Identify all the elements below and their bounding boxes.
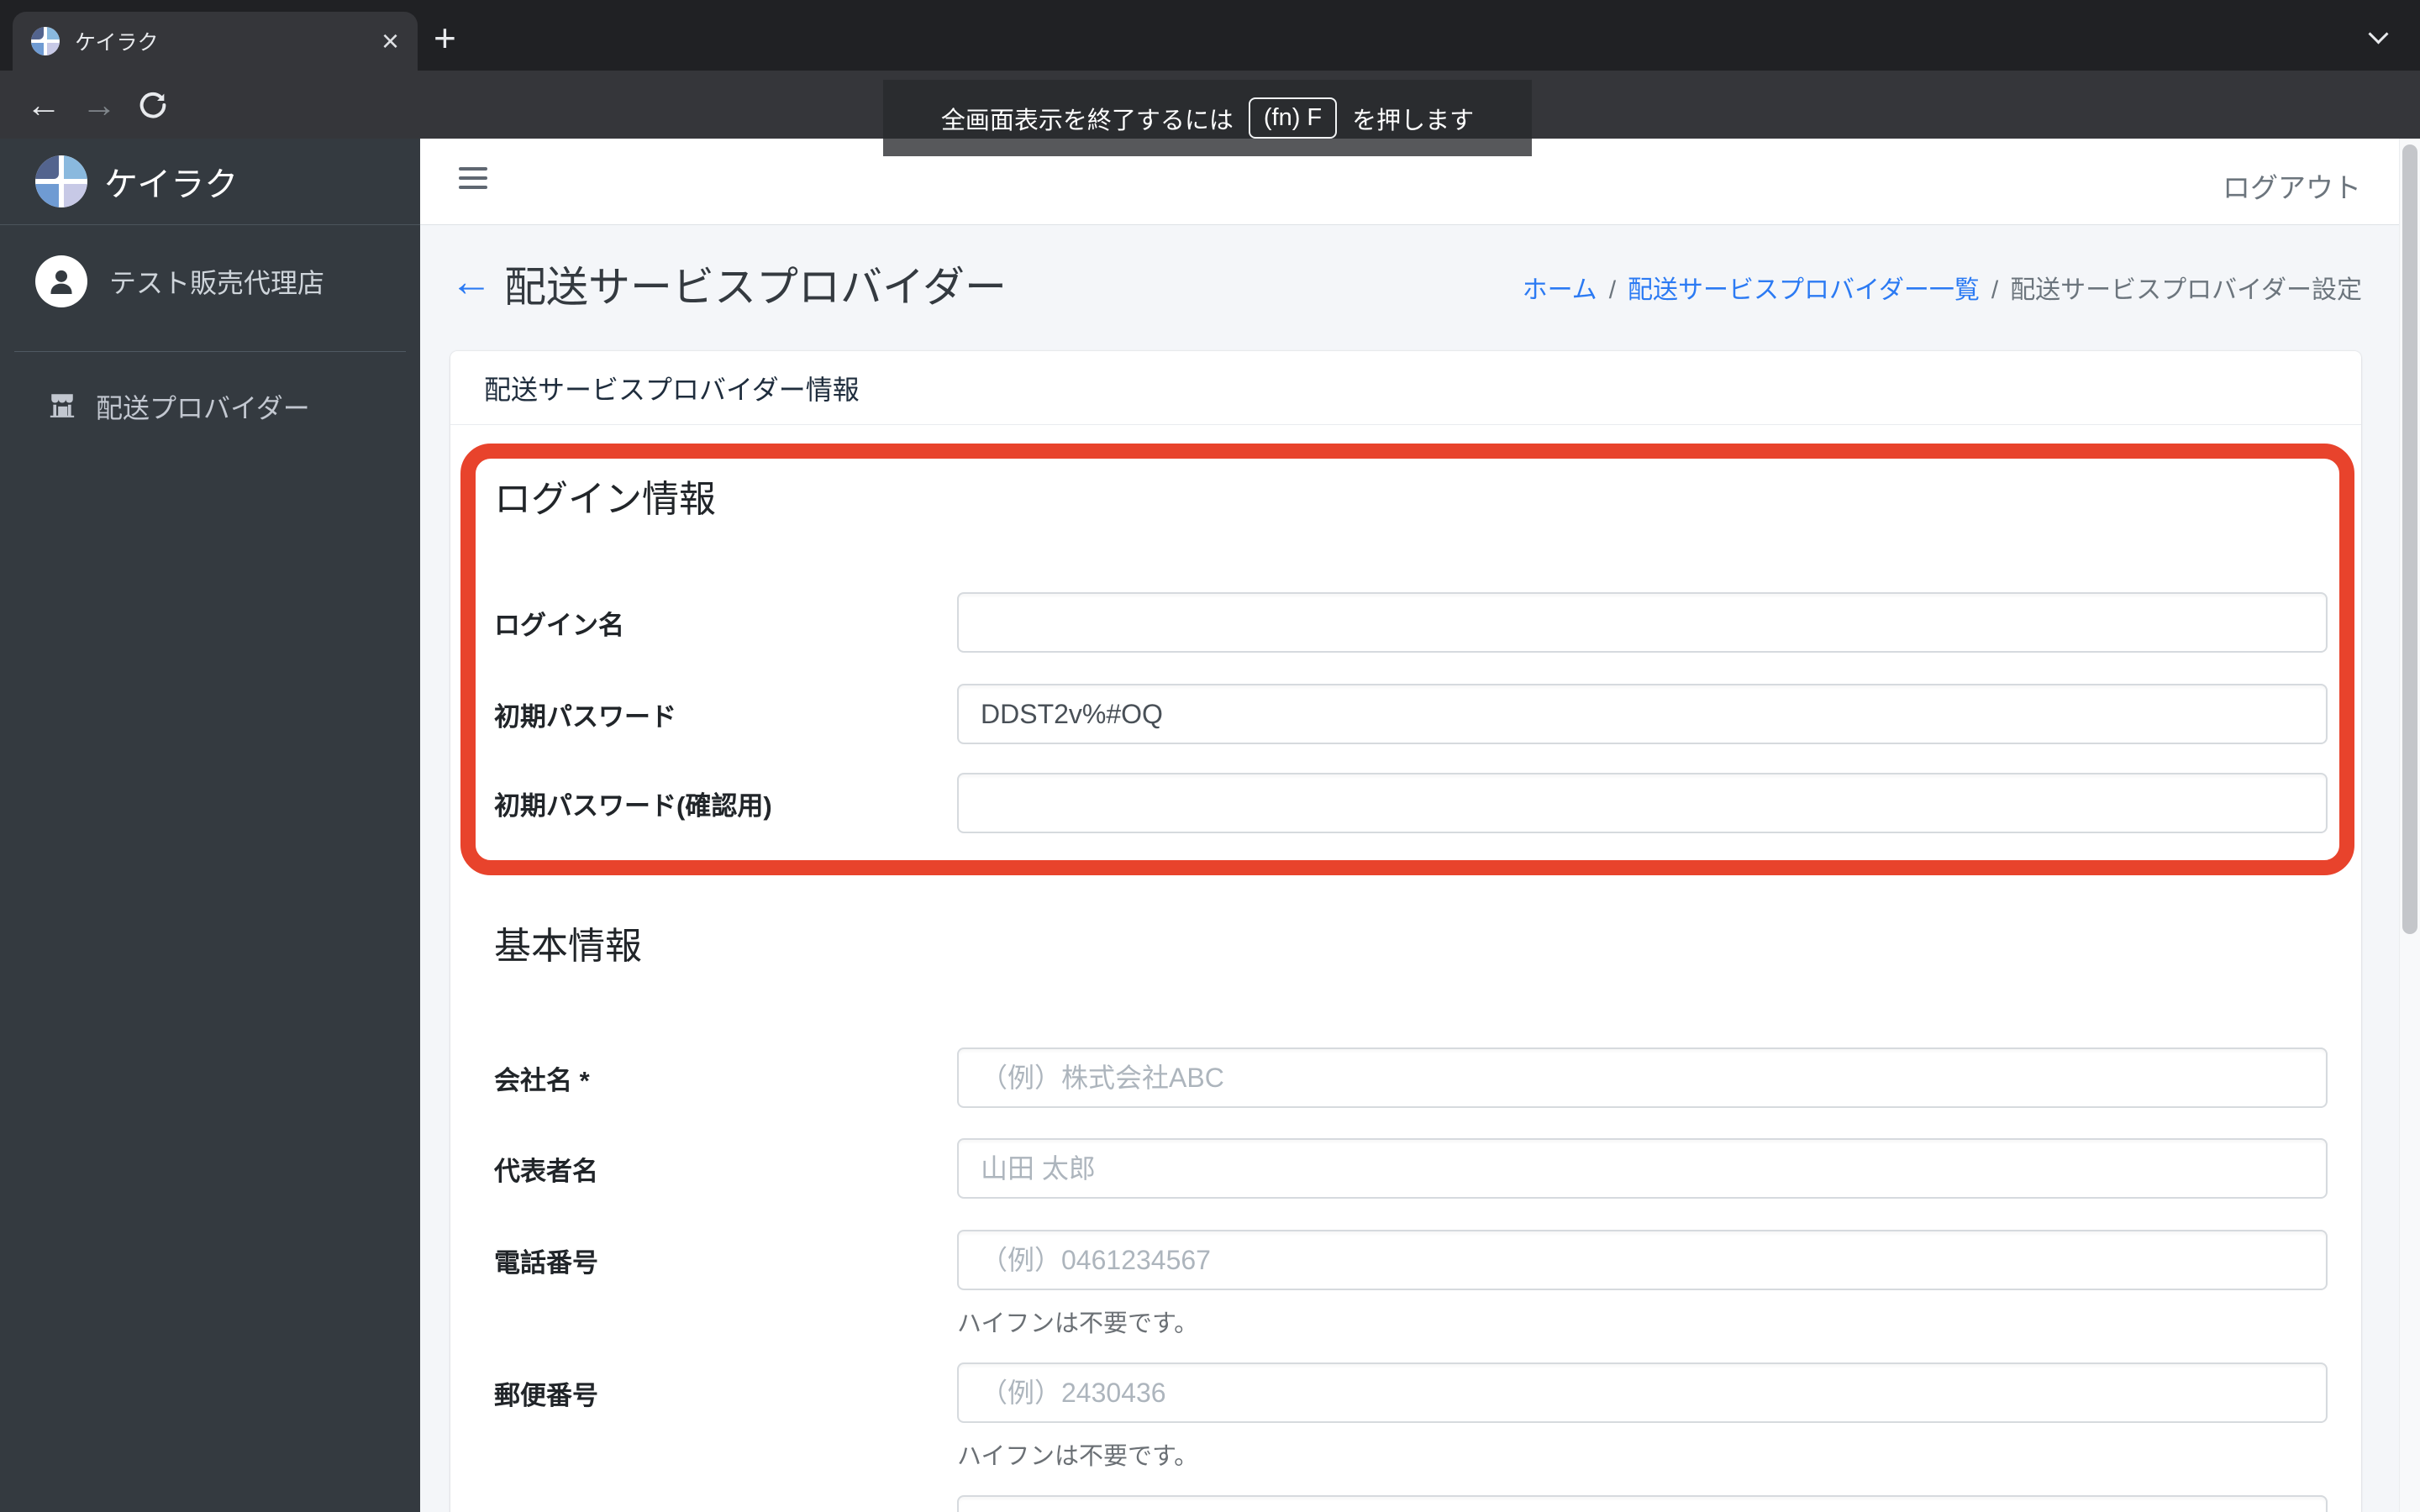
favicon-icon <box>31 27 60 55</box>
browser-reload-icon[interactable] <box>128 71 178 139</box>
confirm-password-label: 初期パスワード(確認用) <box>494 790 772 821</box>
initial-password-label: 初期パスワード <box>494 701 676 732</box>
phone-help-text: ハイフンは不要です。 <box>957 1310 1199 1337</box>
breadcrumb-separator: / <box>1991 276 1999 304</box>
sidebar: ケイラク テスト販売代理店 配送プロバイダー <box>0 139 420 1512</box>
confirm-password-input[interactable] <box>957 773 2328 833</box>
sidebar-item-providers[interactable]: 配送プロバイダー <box>0 352 420 426</box>
breadcrumb: ホーム / 配送サービスプロバイダー一覧 / 配送サービスプロバイダー設定 <box>1523 269 2362 306</box>
sidebar-user-panel[interactable]: テスト販売代理店 <box>0 225 420 336</box>
sidebar-brand[interactable]: ケイラク <box>0 139 420 225</box>
breadcrumb-current: 配送サービスプロバイダー設定 <box>2010 276 2362 304</box>
brand-label: ケイラク <box>104 166 239 203</box>
breadcrumb-separator: / <box>1608 276 1617 304</box>
provider-info-card: 配送サービスプロバイダー情報 ログイン情報 ログイン名 初期パスワード 初期パス… <box>450 351 2361 1512</box>
phone-label: 電話番号 <box>494 1247 598 1278</box>
store-icon <box>47 391 77 423</box>
basic-section-heading: 基本情報 <box>494 926 642 967</box>
postal-help-text: ハイフンは不要です。 <box>957 1443 1199 1470</box>
company-name-input[interactable] <box>957 1047 2328 1108</box>
postal-code-input[interactable] <box>957 1362 2328 1423</box>
phone-input[interactable] <box>957 1230 2328 1290</box>
fullscreen-exit-toast: 全画面表示を終了するには (fn) F を押します <box>883 80 1532 156</box>
initial-password-input[interactable] <box>957 684 2328 744</box>
scrollbar-thumb[interactable] <box>2402 144 2417 934</box>
page-scrollbar[interactable] <box>2399 139 2420 1512</box>
person-icon <box>35 255 87 307</box>
keiraku-logo-icon <box>35 155 87 207</box>
browser-back-icon[interactable]: ← <box>18 71 69 139</box>
browser-forward-icon[interactable]: → <box>74 71 124 139</box>
login-name-label: ログイン名 <box>494 610 624 640</box>
breadcrumb-list-link[interactable]: 配送サービスプロバイダー一覧 <box>1628 276 1980 304</box>
postal-code-label: 郵便番号 <box>494 1380 598 1410</box>
login-name-input[interactable] <box>957 592 2328 653</box>
toast-text-suffix: を押します <box>1352 107 1475 134</box>
sidebar-item-label: 配送プロバイダー <box>96 393 310 423</box>
representative-label: 代表者名 <box>494 1156 598 1186</box>
page-title: 配送サービスプロバイダー <box>504 264 1007 311</box>
next-field-input-partial[interactable] <box>957 1495 2328 1512</box>
new-tab-icon[interactable]: + <box>434 18 456 57</box>
hamburger-menu-icon[interactable] <box>459 167 487 194</box>
breadcrumb-home-link[interactable]: ホーム <box>1523 276 1597 304</box>
toast-text-prefix: 全画面表示を終了するには <box>940 107 1234 134</box>
toast-key-badge: (fn) F <box>1248 97 1338 139</box>
card-header: 配送サービスプロバイダー情報 <box>450 351 2361 425</box>
logout-link[interactable]: ログアウト <box>2223 165 2361 206</box>
browser-tab[interactable]: ケイラク × <box>13 12 418 71</box>
representative-input[interactable] <box>957 1138 2328 1199</box>
main-content: ← 配送サービスプロバイダー ホーム / 配送サービスプロバイダー一覧 / 配送サービス… <box>420 225 2399 1512</box>
tab-title: ケイラク <box>75 31 159 55</box>
tab-search-chevron-icon[interactable] <box>2370 25 2388 44</box>
page-header: ← 配送サービスプロバイダー ホーム / 配送サービスプロバイダー一覧 / 配送サービス… <box>450 252 2362 319</box>
company-name-label: 会社名 * <box>494 1065 590 1095</box>
screen: ケイラク × + ← → demo-kraku.clockwisesystem.… <box>0 0 2420 1512</box>
back-arrow-icon[interactable]: ← <box>450 257 492 306</box>
browser-tabstrip: ケイラク × + <box>0 0 2420 71</box>
sidebar-user-name: テスト販売代理店 <box>109 268 325 298</box>
tab-close-icon[interactable]: × <box>381 26 399 56</box>
login-section-heading: ログイン情報 <box>494 479 716 520</box>
